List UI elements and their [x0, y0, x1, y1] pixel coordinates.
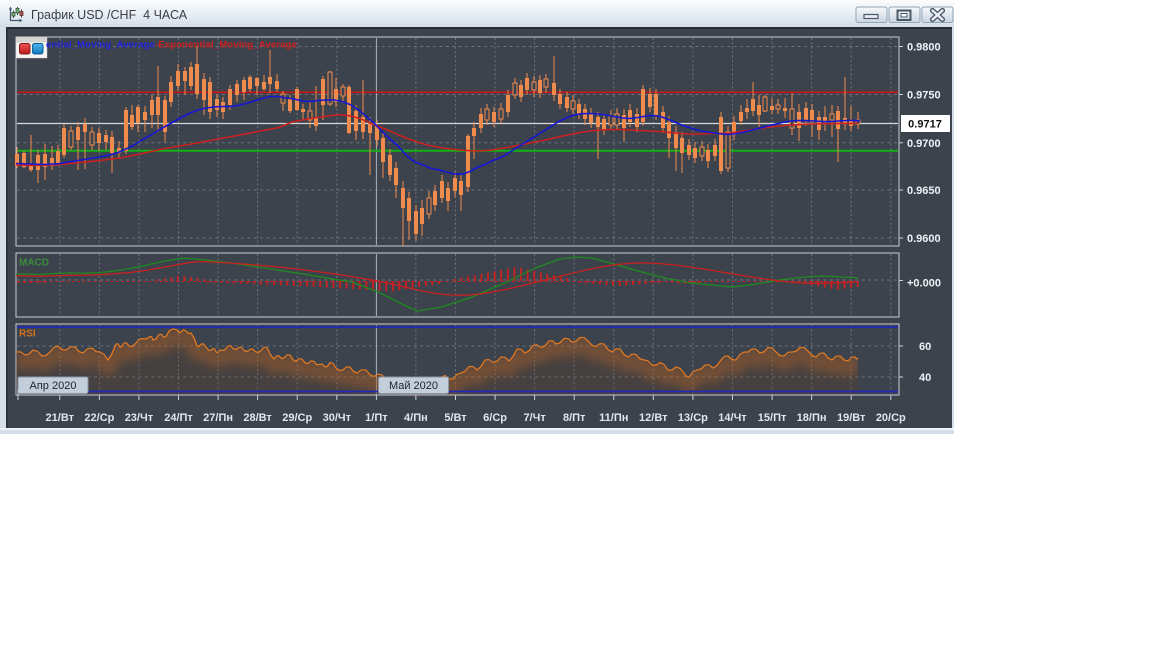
svg-text:22/Ср: 22/Ср	[84, 412, 114, 424]
svg-text:4/Пн: 4/Пн	[404, 412, 428, 424]
svg-text:ential_Moving_Average: ential_Moving_Average	[46, 40, 155, 51]
svg-text:0.9750: 0.9750	[907, 90, 941, 102]
svg-text:40: 40	[919, 372, 931, 384]
svg-text:19/Вт: 19/Вт	[837, 412, 866, 424]
svg-text:0.9650: 0.9650	[907, 185, 941, 197]
svg-text:Апр 2020: Апр 2020	[30, 380, 77, 392]
svg-text:24/Пт: 24/Пт	[164, 412, 193, 424]
svg-text:-Exponential_Moving_Average: -Exponential_Moving_Average	[155, 40, 297, 51]
svg-text:7/Чт: 7/Чт	[523, 412, 546, 424]
svg-text:27/Пн: 27/Пн	[203, 412, 233, 424]
svg-text:60: 60	[919, 341, 931, 353]
svg-text:0.9600: 0.9600	[907, 233, 941, 245]
svg-text:18/Пн: 18/Пн	[797, 412, 827, 424]
svg-text:MACD: MACD	[19, 258, 49, 269]
svg-text:5/Вт: 5/Вт	[444, 412, 467, 424]
svg-text:1/Пт: 1/Пт	[365, 412, 388, 424]
svg-text:20/Ср: 20/Ср	[876, 412, 906, 424]
svg-text:RSI: RSI	[19, 329, 36, 340]
svg-text:6/Ср: 6/Ср	[483, 412, 507, 424]
svg-text:14/Чт: 14/Чт	[718, 412, 747, 424]
svg-text:0.9717: 0.9717	[908, 119, 942, 131]
svg-text:0.9700: 0.9700	[907, 138, 941, 150]
svg-text:15/Пт: 15/Пт	[758, 412, 787, 424]
svg-text:21/Вт: 21/Вт	[46, 412, 75, 424]
svg-text:29/Ср: 29/Ср	[282, 412, 312, 424]
svg-text:11/Пн: 11/Пн	[599, 412, 628, 424]
svg-text:28/Вт: 28/Вт	[243, 412, 272, 424]
svg-text:Май 2020: Май 2020	[389, 380, 438, 392]
svg-text:13/Ср: 13/Ср	[678, 412, 708, 424]
svg-text:График USD /CHF 4 ЧАСА: График USD /CHF 4 ЧАСА	[31, 8, 188, 22]
svg-text:+0.000: +0.000	[907, 278, 941, 290]
svg-text:23/Чт: 23/Чт	[125, 412, 154, 424]
svg-text:8/Пт: 8/Пт	[563, 412, 586, 424]
svg-text:0.9800: 0.9800	[907, 42, 941, 54]
svg-text:30/Чт: 30/Чт	[323, 412, 352, 424]
svg-text:12/Вт: 12/Вт	[639, 412, 668, 424]
